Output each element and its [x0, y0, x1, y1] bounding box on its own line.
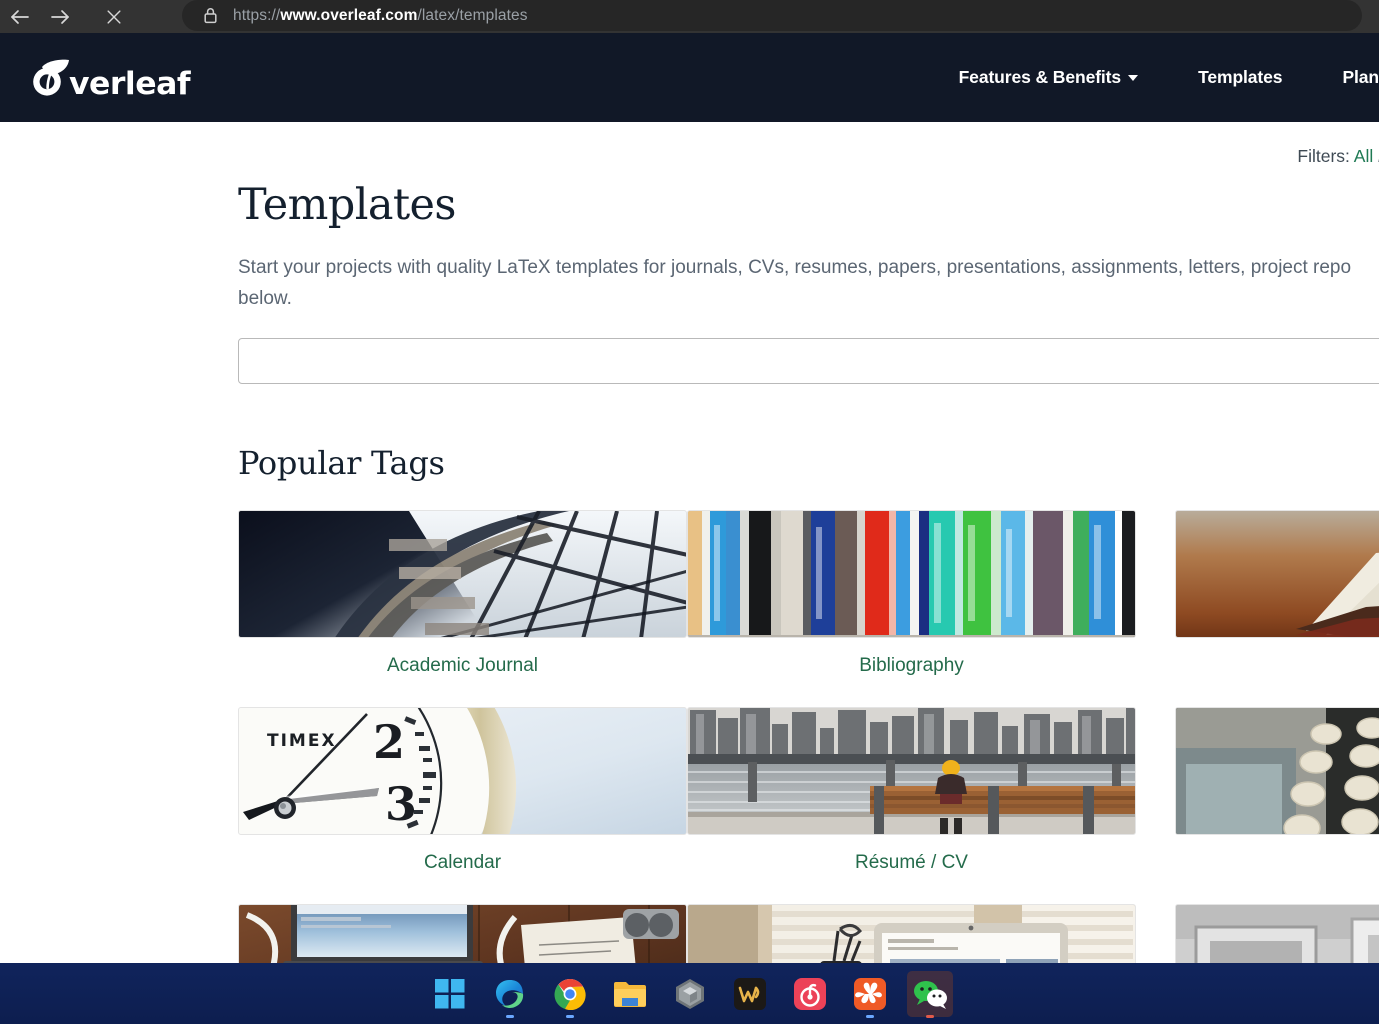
- filters-bar: Filters: All /: [1297, 146, 1379, 167]
- running-indicator: [505, 1014, 514, 1018]
- nav-item-plans[interactable]: Plan: [1312, 67, 1379, 88]
- netease-music-icon[interactable]: [787, 971, 833, 1017]
- tag-card-greyscale-frames[interactable]: [1175, 904, 1379, 963]
- address-bar[interactable]: https://www.overleaf.com/latex/templates: [182, 0, 1362, 31]
- back-arrow-icon: [8, 5, 32, 29]
- forward-arrow-icon: [48, 5, 72, 29]
- lock-icon: [202, 6, 219, 25]
- tag-label[interactable]: Academic Journal: [238, 655, 687, 677]
- tag-thumbnail[interactable]: [1175, 707, 1379, 835]
- tag-card-cutoff-open-book[interactable]: [1175, 510, 1379, 707]
- google-chrome-icon[interactable]: [547, 971, 593, 1018]
- overleaf-logo-icon: verleaf: [22, 54, 192, 102]
- popular-tags-heading: Popular Tags: [238, 444, 445, 482]
- tag-card-bibliography[interactable]: Bibliography: [687, 510, 1136, 707]
- tag-card-laptop-notebook[interactable]: [238, 904, 687, 963]
- wps-office-icon[interactable]: [727, 971, 773, 1017]
- tag-thumbnail[interactable]: [687, 510, 1136, 638]
- nav-item-label: Features & Benefits: [958, 67, 1122, 87]
- tag-grid: Academic Journal Bibliography 2 3 TIMEX …: [238, 510, 1379, 963]
- page-viewport: verleaf Features & Benefits Templates Pl…: [0, 33, 1379, 963]
- search-input[interactable]: [238, 338, 1379, 384]
- main-content: Filters: All / Templates Start your proj…: [0, 122, 1379, 963]
- nav-item-label: Templates: [1198, 67, 1283, 87]
- hexagon-app-icon[interactable]: [667, 971, 713, 1017]
- windows-taskbar: [0, 963, 1379, 1024]
- site-nav: Features & Benefits Templates Plan: [929, 33, 1379, 122]
- site-header: verleaf Features & Benefits Templates Pl…: [0, 33, 1379, 122]
- tag-thumbnail[interactable]: 2 3 TIMEX: [238, 707, 687, 835]
- running-indicator: [565, 1014, 574, 1018]
- stop-button[interactable]: [94, 0, 134, 33]
- filter-option-all[interactable]: All: [1354, 146, 1373, 166]
- svg-text:2: 2: [373, 715, 405, 769]
- chevron-down-icon: [1128, 74, 1139, 81]
- page-description: Start your projects with quality LaTeX t…: [238, 257, 1352, 309]
- person-on-bench-city-skyline-image: [688, 708, 1135, 834]
- url-text: https://www.overleaf.com/latex/templates: [233, 7, 528, 25]
- vintage-typewriter-keys-image: [1176, 708, 1379, 834]
- tag-card-calendar[interactable]: 2 3 TIMEX Calendar: [238, 707, 687, 904]
- greyscale-framed-pictures-image: [1176, 905, 1379, 963]
- file-explorer-icon[interactable]: [607, 971, 653, 1017]
- tag-card-resume-cv[interactable]: Résumé / CV: [687, 707, 1136, 904]
- open-book-on-wooden-table-image: [1176, 511, 1379, 637]
- close-icon: [104, 7, 124, 27]
- back-button[interactable]: [0, 0, 40, 33]
- timex-clock-face-closeup-image: 2 3 TIMEX: [239, 708, 686, 834]
- overleaf-logo[interactable]: verleaf: [22, 53, 192, 103]
- wechat-icon[interactable]: [906, 970, 953, 1018]
- tag-label[interactable]: Résumé / CV: [687, 852, 1136, 874]
- tag-thumbnail[interactable]: [687, 707, 1136, 835]
- url-prefix: https://: [233, 6, 281, 24]
- svg-text:TIMEX: TIMEX: [267, 731, 337, 751]
- laptop-notebook-wooden-desk-image: [239, 905, 686, 963]
- tag-thumbnail[interactable]: [687, 904, 1136, 963]
- tag-label[interactable]: Calendar: [238, 852, 687, 874]
- tag-thumbnail[interactable]: [238, 904, 687, 963]
- windows-start-icon[interactable]: [427, 971, 473, 1017]
- nav-item-templates[interactable]: Templates: [1168, 67, 1312, 88]
- filters-label: Filters:: [1297, 146, 1350, 166]
- tag-card-tablet-window[interactable]: [687, 904, 1136, 963]
- page-title: Templates: [238, 180, 456, 230]
- tag-thumbnail[interactable]: [238, 510, 687, 638]
- tag-card-academic-journal[interactable]: Academic Journal: [238, 510, 687, 707]
- orange-app-icon[interactable]: [847, 971, 893, 1018]
- nav-item-features-benefits[interactable]: Features & Benefits: [929, 67, 1168, 88]
- nav-item-label: Plan: [1342, 67, 1379, 87]
- tag-card-cutoff-typewriter[interactable]: [1175, 707, 1379, 904]
- tag-thumbnail[interactable]: [1175, 510, 1379, 638]
- tag-label[interactable]: Bibliography: [687, 655, 1136, 677]
- running-indicator: [865, 1014, 874, 1018]
- microsoft-edge-icon[interactable]: [487, 971, 533, 1018]
- tablet-on-desk-by-window-image: [688, 905, 1135, 963]
- url-path: /latex/templates: [417, 6, 528, 24]
- svg-text:3: 3: [385, 777, 417, 831]
- colorful-book-spines-image: [688, 511, 1135, 637]
- svg-text:verleaf: verleaf: [69, 66, 191, 102]
- url-domain: www.overleaf.com: [280, 6, 418, 24]
- tag-thumbnail[interactable]: [1175, 904, 1379, 963]
- forward-button[interactable]: [40, 0, 80, 33]
- library-bookshelves-skylight-image: [239, 511, 686, 637]
- browser-toolbar: https://www.overleaf.com/latex/templates: [0, 0, 1379, 33]
- running-indicator: [925, 1014, 934, 1018]
